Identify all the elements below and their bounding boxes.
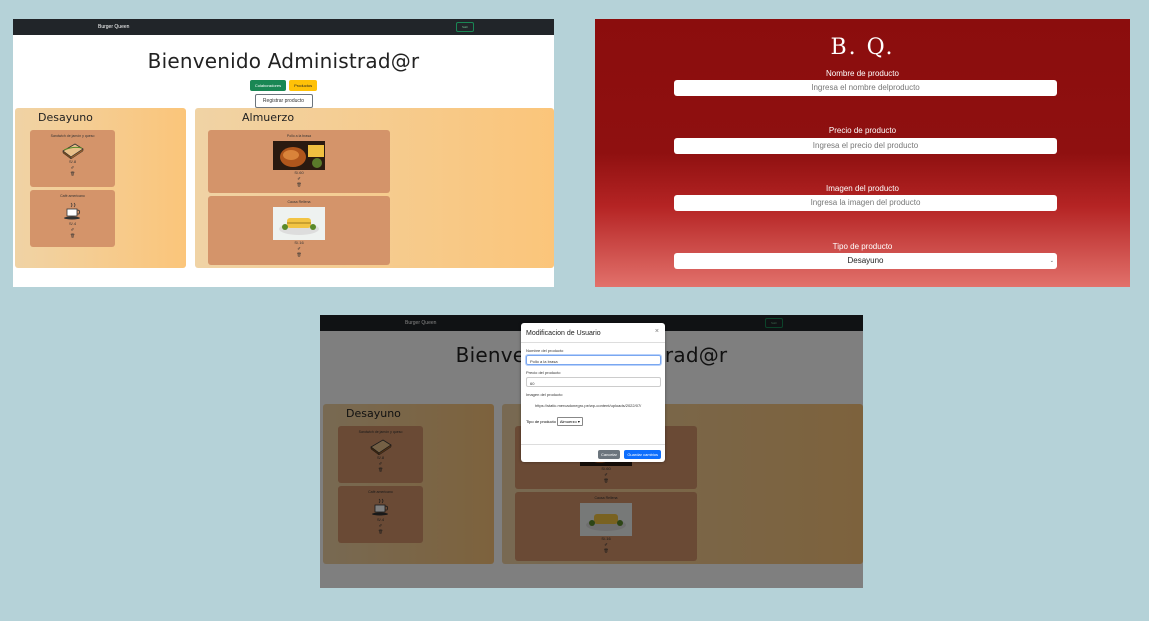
delete-icon[interactable]: 🗑 [30,233,115,239]
causa-rellena-image [273,207,325,240]
product-card: Pollo a la brasa S/.60 ✐ 🗑 [208,130,390,193]
modal-footer: Cancelar Guardar cambios [521,444,665,462]
type-select[interactable]: Almuerzo ▾ [556,417,583,426]
pollo-a-la-brasa-image [273,141,325,170]
modal-header: Modificacion de Usuario × [521,323,665,343]
type-select-value: Almuerzo [559,419,577,424]
register-product-button[interactable]: Registrar producto [254,94,313,108]
type-label: Tipo de producto [832,242,893,251]
product-name: Pollo a la brasa [286,134,312,138]
product-card: Café americano S/.4 ✐ 🗑 [30,190,115,247]
edit-product-modal: Modificacion de Usuario × Nombre del pro… [521,323,665,462]
price-label: Precio de producto [828,126,897,135]
name-label: Nombre del producto [526,348,564,353]
breakfast-panel: Desayuno Sandwich de jamón y queso S/.8 … [15,108,186,268]
delete-icon[interactable]: 🗑 [208,252,390,258]
name-label: Nombre de producto [826,69,899,78]
price-input[interactable]: 60 [526,377,661,387]
close-icon[interactable]: × [655,328,659,335]
collaborators-button[interactable]: Colaboradores [249,80,287,91]
delete-icon[interactable]: 🗑 [30,171,115,177]
product-card: Sandwich de jamón y queso S/.8 ✐ 🗑 [30,130,115,187]
chevron-down-icon: ⌄ [1049,258,1054,264]
product-name: Sandwich de jamón y queso [50,134,95,138]
product-card: Causa Rellena S/.16 ✐ 🗑 [208,196,390,265]
navbar: Burger Queen Salir [13,19,554,35]
type-select-value: Desayuno [847,256,884,265]
chevron-down-icon: ▾ [577,419,580,424]
price-input[interactable]: Ingresa el precio del producto [674,138,1057,154]
image-label: Imagen del producto [826,184,899,193]
save-button[interactable]: Guardar cambios [624,450,661,459]
type-label: Tipo de producto [526,419,556,424]
breakfast-title: Desayuno [38,111,93,124]
page-title: Bienvenido Administrad@r [147,49,420,73]
product-name: Café americano [60,194,85,198]
lunch-title: Almuerzo [242,111,295,124]
products-button[interactable]: Productos [289,80,318,91]
name-input[interactable]: Ingresa el nombre delproducto [674,80,1057,96]
admin-dashboard-screenshot: Burger Queen Salir Bienvenido Administra… [13,19,554,287]
product-form-screenshot: B. Q. Nombre de producto Ingresa el nomb… [595,19,1130,287]
image-input[interactable]: Ingresa la imagen del producto [674,195,1057,211]
coffee-cup-icon [63,202,80,220]
product-name: Causa Rellena [287,200,311,204]
price-label: Precio del producto [526,370,561,375]
edit-modal-screenshot: Burger Queen Salir Bienvenido Administra… [320,315,863,588]
lunch-panel: Almuerzo Pollo a la brasa S/.60 ✐ 🗑 Caus… [195,108,554,268]
type-select[interactable]: Desayuno ⌄ [674,253,1057,269]
modal-title: Modificacion de Usuario [526,330,601,337]
delete-icon[interactable]: 🗑 [208,182,390,188]
brand-name[interactable]: Burger Queen [98,24,129,30]
logout-button[interactable]: Salir [456,22,474,32]
bq-logo: B. Q. [830,35,895,60]
name-input[interactable]: Pollo a la brasa [526,355,661,365]
image-input[interactable]: https://static.mercadonegro.pe/wp-conten… [526,399,661,409]
sandwich-icon [61,143,84,159]
cancel-button[interactable]: Cancelar [597,450,620,459]
image-label: Imagen del producto [526,392,563,397]
